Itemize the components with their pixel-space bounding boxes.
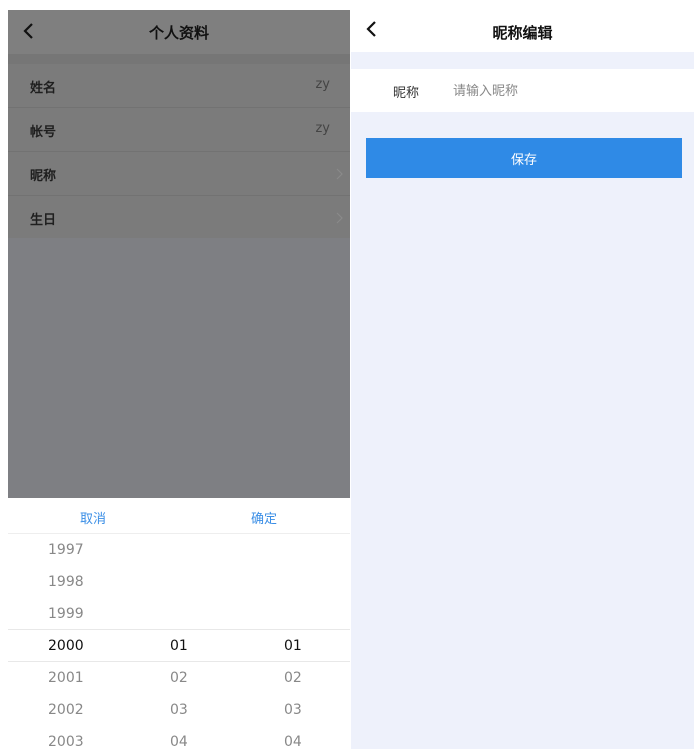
chevron-right-icon [336,212,343,224]
picker-option[interactable]: 02 [284,662,344,694]
section-gap [8,54,350,64]
nickname-edit-screen: 昵称编辑 昵称 保存 [351,8,694,749]
picker-option-selected[interactable]: 01 [170,630,230,662]
picker-option[interactable]: 1999 [48,598,108,630]
chevron-right-icon [336,168,343,180]
picker-option[interactable]: 1998 [48,566,108,598]
nickname-input[interactable] [453,77,673,105]
profile-header: 个人资料 [8,10,350,54]
picker-toolbar: 取消 确定 [8,498,350,534]
picker-option[interactable]: 03 [284,694,344,726]
picker-option[interactable]: 2003 [48,726,108,749]
picker-option[interactable]: 2002 [48,694,108,726]
picker-option[interactable]: 04 [170,726,230,749]
row-value: zy [315,77,330,92]
date-picker: 取消 确定 1997 1998 1999 2000 2001 2002 2003… [8,498,350,749]
picker-option[interactable]: 04 [284,726,344,749]
picker-option[interactable]: 02 [170,662,230,694]
row-value: zy [315,121,330,136]
confirm-button[interactable]: 确定 [251,508,277,527]
save-button[interactable]: 保存 [366,138,682,178]
nickname-field-row: 昵称 [351,69,694,112]
profile-row-name[interactable]: 姓名 zy [8,64,350,108]
picker-option[interactable]: 03 [170,694,230,726]
row-label: 姓名 [30,81,57,96]
modal-overlay[interactable] [8,238,350,498]
page-title: 昵称编辑 [492,24,553,42]
page-title: 个人资料 [148,24,209,42]
profile-row-birthday[interactable]: 生日 [8,196,350,240]
picker-option[interactable]: 2001 [48,662,108,694]
nickname-header: 昵称编辑 [351,8,694,52]
picker-option-selected[interactable]: 01 [284,630,344,662]
profile-row-account[interactable]: 帐号 zy [8,108,350,152]
row-label: 生日 [30,213,57,228]
row-label: 昵称 [30,169,57,184]
row-label: 帐号 [30,125,57,140]
cancel-button[interactable]: 取消 [80,508,106,527]
profile-screen: 个人资料 姓名 zy 帐号 zy 昵称 生日 取消 确定 1997 1998 1… [8,10,350,749]
profile-row-nickname[interactable]: 昵称 [8,152,350,196]
picker-option-selected[interactable]: 2000 [48,630,108,662]
picker-option[interactable]: 1997 [48,534,108,566]
nickname-label: 昵称 [393,86,420,101]
profile-list: 姓名 zy 帐号 zy 昵称 生日 [8,64,350,240]
